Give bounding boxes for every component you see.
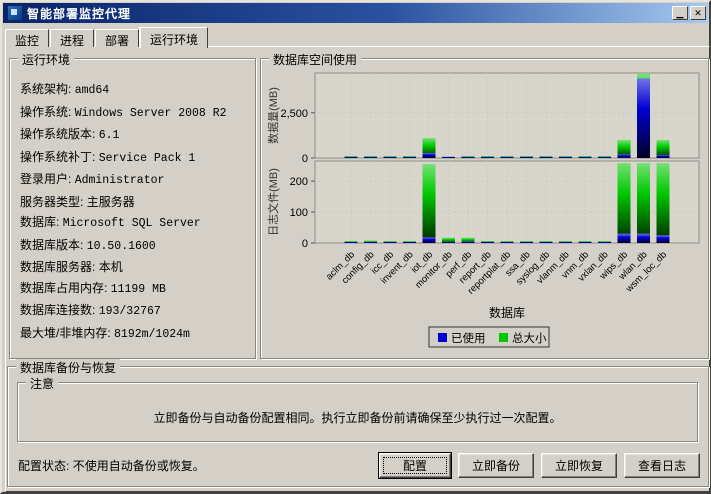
runtime-env-group-title: 运行环境 bbox=[18, 51, 75, 68]
runtime-row-heap-memory: 最大堆/非堆内存: 8192m/1024m bbox=[20, 325, 190, 341]
configure-button[interactable]: 配置 bbox=[377, 451, 452, 479]
view-log-button[interactable]: 查看日志 bbox=[623, 452, 700, 478]
runtime-row-db-memory: 数据库占用内存: 11199 MB bbox=[20, 280, 166, 296]
title-bar: 智能部署监控代理 ▁ ✕ bbox=[3, 3, 708, 23]
notice-group-title: 注意 bbox=[26, 375, 59, 392]
app-icon bbox=[7, 5, 23, 21]
backup-now-button[interactable]: 立即备份 bbox=[457, 452, 534, 478]
svg-text:总大小: 总大小 bbox=[512, 331, 547, 345]
runtime-row-arch: 系统架构: amd64 bbox=[20, 82, 110, 97]
svg-text:100: 100 bbox=[290, 207, 308, 219]
runtime-row-database: 数据库: Microsoft SQL Server bbox=[20, 215, 201, 230]
notice-group: 注意 立即备份与自动备份配置相同。执行立即备份前请确保至少执行过一次配置。 bbox=[17, 375, 698, 442]
runtime-row-db-version: 数据库版本: 10.50.1600 bbox=[20, 237, 156, 253]
runtime-row-login-user: 登录用户: Administrator bbox=[20, 172, 165, 187]
runtime-info-list: 系统架构: amd64 操作系统: Windows Server 2008 R2… bbox=[10, 59, 255, 345]
svg-text:200: 200 bbox=[290, 176, 308, 188]
db-space-usage-group: 数据库空间使用 0 2,500 数据量(MB) 0 100 200 日志文件(MB) aclm… bbox=[260, 51, 709, 360]
tab-deploy[interactable]: 部署 bbox=[95, 29, 140, 48]
notice-text: 立即备份与自动备份配置相同。执行立即备份前请确保至少执行过一次配置。 bbox=[153, 411, 562, 425]
db-space-usage-group-title: 数据库空间使用 bbox=[269, 51, 362, 68]
svg-text:已使用: 已使用 bbox=[451, 331, 486, 345]
app-window: 智能部署监控代理 ▁ ✕ 监控 进程 部署 运行环境 运行环境 系统架构: am… bbox=[0, 0, 711, 494]
runtime-row-os: 操作系统: Windows Server 2008 R2 bbox=[20, 104, 227, 120]
backup-status-row: 配置状态: 不使用自动备份或恢复。 配置 立即备份 立即恢复 查看日志 bbox=[18, 451, 700, 479]
svg-text:数据量(MB): 数据量(MB) bbox=[266, 87, 280, 144]
runtime-env-group: 运行环境 系统架构: amd64 操作系统: Windows Server 20… bbox=[9, 51, 256, 359]
runtime-row-os-patch: 操作系统补丁: Service Pack 1 bbox=[20, 149, 196, 165]
restore-now-button[interactable]: 立即恢复 bbox=[540, 452, 617, 478]
runtime-row-server-type: 服务器类型: 主服务器 bbox=[20, 194, 135, 209]
runtime-env-tabpage: 运行环境 系统架构: amd64 操作系统: Windows Server 20… bbox=[5, 46, 710, 492]
db-space-usage-chart: 0 2,500 数据量(MB) 0 100 200 日志文件(MB) aclm_db confi… bbox=[263, 67, 705, 360]
db-backup-restore-group: 数据库备份与恢复 注意 立即备份与自动备份配置相同。执行立即备份前请确保至少执行… bbox=[7, 359, 709, 487]
minimize-button[interactable]: ▁ bbox=[672, 6, 688, 20]
svg-text:2,500: 2,500 bbox=[280, 108, 308, 120]
tab-runtime-env[interactable]: 运行环境 bbox=[140, 27, 209, 48]
tab-strip: 监控 进程 部署 运行环境 bbox=[5, 27, 209, 48]
backup-button-group: 配置 立即备份 立即恢复 查看日志 bbox=[377, 451, 700, 479]
tab-process[interactable]: 进程 bbox=[50, 29, 95, 48]
svg-text:日志文件(MB): 日志文件(MB) bbox=[266, 168, 280, 236]
runtime-row-db-connections: 数据库连接数: 193/32767 bbox=[20, 303, 161, 318]
close-button[interactable]: ✕ bbox=[690, 6, 706, 20]
runtime-row-os-version: 操作系统版本: 6.1 bbox=[20, 127, 120, 142]
svg-text:0: 0 bbox=[302, 238, 308, 250]
db-backup-restore-group-title: 数据库备份与恢复 bbox=[16, 359, 121, 376]
config-status: 配置状态: 不使用自动备份或恢复。 bbox=[18, 458, 205, 473]
runtime-row-db-server: 数据库服务器: 本机 bbox=[20, 260, 123, 274]
tab-monitor[interactable]: 监控 bbox=[5, 29, 50, 48]
chart-svg: 02,500数据量(MB)0100200日志文件(MB)aclm_dbconfi… bbox=[266, 72, 700, 348]
svg-text:0: 0 bbox=[302, 153, 308, 165]
svg-text:数据库: 数据库 bbox=[489, 305, 525, 320]
window-title: 智能部署监控代理 bbox=[27, 6, 132, 21]
